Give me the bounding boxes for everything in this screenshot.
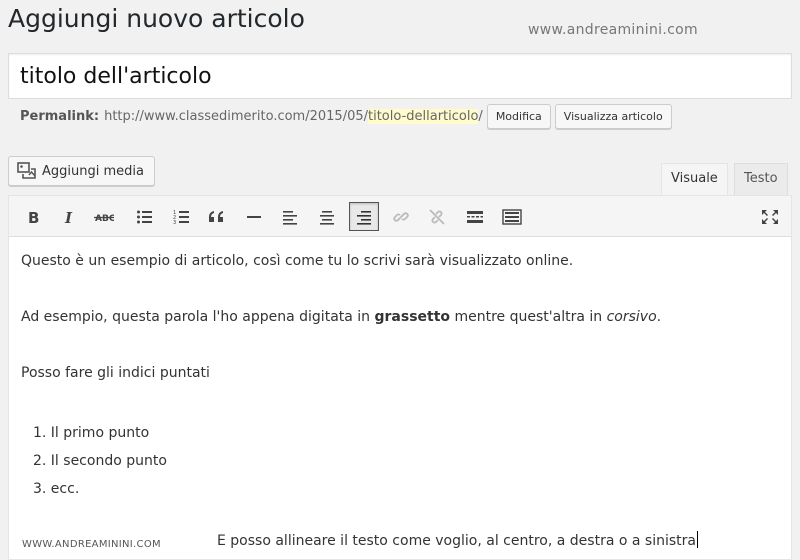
p2-text-after: . xyxy=(656,309,662,325)
blockquote-icon xyxy=(209,210,223,222)
page-title: Aggiungi nuovo articolo xyxy=(8,4,305,33)
paragraph-3: Posso fare gli indici puntati xyxy=(21,365,210,381)
bold-button[interactable]: B xyxy=(18,202,48,231)
add-media-button[interactable]: Aggiungi media xyxy=(8,156,155,186)
horizontal-line-button[interactable] xyxy=(239,202,269,231)
align-left-button[interactable] xyxy=(275,202,305,231)
toolbar-toggle-button[interactable] xyxy=(497,202,527,231)
strikethrough-icon: ABC xyxy=(94,214,114,224)
bold-icon: B xyxy=(28,209,39,225)
remove-link-button[interactable] xyxy=(422,202,452,231)
svg-text:3: 3 xyxy=(173,220,176,225)
p2-text-middle: mentre quest'altra in xyxy=(450,309,607,325)
tab-visual[interactable]: Visuale xyxy=(661,163,728,195)
add-media-icon xyxy=(17,162,36,179)
editor-toolbar: B I ABC 123 xyxy=(9,196,791,237)
bulleted-list-icon xyxy=(137,210,152,223)
permalink-slug[interactable]: titolo-dellarticolo xyxy=(368,108,479,124)
align-left-icon xyxy=(283,210,297,225)
permalink-base: http://www.classedimerito.com/2015/05/ xyxy=(104,108,368,124)
bulleted-list-button[interactable] xyxy=(129,202,159,231)
align-center-button[interactable] xyxy=(312,202,342,231)
view-post-button[interactable]: Visualizza articolo xyxy=(554,103,672,129)
add-media-label: Aggiungi media xyxy=(42,163,144,179)
watermark: www.andreaminini.com xyxy=(528,22,698,38)
svg-text:ABC: ABC xyxy=(95,214,114,224)
insert-link-icon xyxy=(393,211,409,222)
text-cursor xyxy=(696,531,698,548)
fullscreen-icon xyxy=(762,209,778,224)
editor-content[interactable]: Questo è un esempio di articolo, così co… xyxy=(9,237,791,549)
svg-text:B: B xyxy=(28,209,39,225)
align-right-button[interactable] xyxy=(349,202,379,231)
right-aligned-paragraph: E posso allineare il testo come voglio, … xyxy=(217,531,698,552)
align-center-icon xyxy=(320,210,334,225)
toolbar-toggle-icon xyxy=(502,208,522,225)
align-right-icon xyxy=(357,210,371,225)
italic-icon: I xyxy=(64,209,73,225)
paragraph-1: Questo è un esempio di articolo, così co… xyxy=(21,253,574,269)
svg-text:I: I xyxy=(64,209,73,225)
list-item: 3. ecc. xyxy=(33,481,80,497)
tab-text[interactable]: Testo xyxy=(734,163,788,195)
paragraph-4: E posso allineare il testo come voglio, … xyxy=(217,533,696,549)
post-title-input[interactable] xyxy=(8,53,792,99)
permalink-row: Permalink: http://www.classedimerito.com… xyxy=(20,103,672,129)
strikethrough-button[interactable]: ABC xyxy=(89,202,119,231)
list-item: 2. Il secondo punto xyxy=(33,453,167,469)
permalink-label: Permalink: xyxy=(20,108,100,124)
numbered-list-icon: 123 xyxy=(173,210,189,225)
fullscreen-button[interactable] xyxy=(755,202,785,231)
horizontal-line-icon xyxy=(247,215,261,218)
editor: B I ABC 123 Questo è un esempio di artic… xyxy=(8,195,792,560)
blockquote-button[interactable] xyxy=(202,202,232,231)
numbered-list-button[interactable]: 123 xyxy=(166,202,196,231)
edit-permalink-button[interactable]: Modifica xyxy=(486,103,551,129)
bold-word: grassetto xyxy=(374,309,451,325)
remove-link-icon xyxy=(429,208,445,225)
read-more-icon xyxy=(467,210,483,223)
numbered-list: 1. Il primo punto 2. Il secondo punto 3.… xyxy=(33,419,781,503)
paragraph-2: Ad esempio, questa parola l'ho appena di… xyxy=(21,307,781,328)
permalink-url[interactable]: http://www.classedimerito.com/2015/05/ti… xyxy=(104,108,483,124)
watermark-bottom: WWW.ANDREAMININI.COM xyxy=(22,539,161,550)
insert-link-button[interactable] xyxy=(386,202,416,231)
list-item: 1. Il primo punto xyxy=(33,425,150,441)
italic-button[interactable]: I xyxy=(54,202,84,231)
p2-text-before: Ad esempio, questa parola l'ho appena di… xyxy=(21,309,375,325)
italic-word: corsivo xyxy=(606,309,657,325)
read-more-button[interactable] xyxy=(460,202,490,231)
permalink-trailing: / xyxy=(478,108,483,124)
